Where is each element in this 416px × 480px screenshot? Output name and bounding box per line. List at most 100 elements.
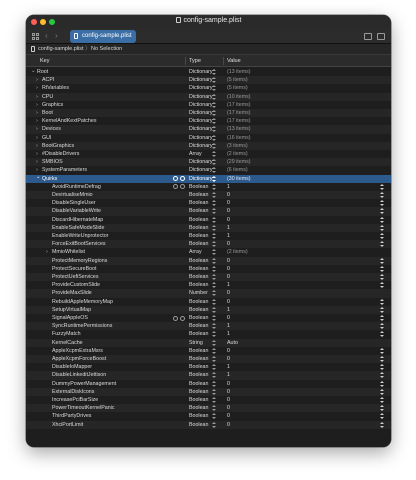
value-stepper-icon[interactable] [380, 397, 384, 403]
table-row[interactable]: ProtectMemoryRegions Boolean 0 [26, 256, 391, 265]
type-stepper-icon[interactable] [212, 413, 216, 420]
table-row[interactable]: › GUI Dictionary (16 items) [26, 134, 391, 142]
table-row[interactable]: › Devices Dictionary (13 items) [26, 125, 391, 134]
column-type[interactable]: Type [189, 55, 201, 67]
value-stepper-icon[interactable] [380, 315, 384, 321]
row-type[interactable]: Dictionary [189, 142, 213, 150]
type-stepper-icon[interactable] [212, 290, 216, 297]
chevron-right-icon[interactable]: › [36, 125, 38, 133]
row-value[interactable]: 1 [227, 281, 230, 289]
type-stepper-icon[interactable] [212, 298, 216, 305]
type-stepper-icon[interactable] [212, 405, 216, 412]
type-stepper-icon[interactable] [212, 208, 216, 215]
sidebar-icon[interactable] [377, 33, 385, 40]
row-type[interactable]: Dictionary [189, 166, 213, 174]
row-value[interactable]: 1 [227, 330, 230, 338]
row-value[interactable]: (10 items) [227, 93, 251, 101]
table-row[interactable]: AppleXcpmExtraMsrs Boolean 0 [26, 347, 391, 355]
row-value[interactable]: (17 items) [227, 109, 251, 117]
row-type[interactable]: Dictionary [189, 76, 213, 84]
type-stepper-icon[interactable] [212, 93, 216, 100]
row-key[interactable]: SMBIOS [42, 158, 63, 166]
table-row[interactable]: › #DisableDrivers Array (2 items) [26, 150, 391, 158]
chevron-right-icon[interactable]: › [46, 248, 48, 256]
row-type[interactable]: Boolean [189, 330, 208, 338]
type-stepper-icon[interactable] [212, 101, 216, 108]
chevron-right-icon[interactable]: › [36, 150, 38, 158]
table-row[interactable]: › RtVariables Dictionary (5 items) [26, 84, 391, 92]
value-stepper-icon[interactable] [380, 413, 384, 420]
type-stepper-icon[interactable] [212, 134, 216, 141]
row-key[interactable]: Boot [42, 109, 53, 117]
table-row[interactable]: DisableIoMapper Boolean 1 [26, 363, 391, 371]
tab-config-sample[interactable]: config-sample.plist [70, 30, 136, 43]
row-value[interactable]: 0 [227, 216, 230, 224]
row-value[interactable]: (3 items) [227, 142, 248, 150]
table-row[interactable]: SignalAppleOS Boolean 0 [26, 314, 391, 322]
table-row[interactable]: SetupVirtualMap Boolean 1 [26, 305, 391, 314]
row-value[interactable]: 1 [227, 224, 230, 232]
row-value[interactable]: 0 [227, 404, 230, 412]
row-key[interactable]: ACPI [42, 76, 54, 84]
type-stepper-icon[interactable] [212, 175, 216, 182]
type-stepper-icon[interactable] [212, 241, 216, 248]
row-key[interactable]: FuzzyMatch [52, 330, 81, 338]
row-type[interactable]: Array [189, 248, 202, 256]
row-value[interactable]: (29 items) [227, 158, 251, 166]
type-stepper-icon[interactable] [212, 233, 216, 239]
value-stepper-icon[interactable] [380, 388, 384, 395]
table-row[interactable]: KernelCache String Auto [26, 338, 391, 347]
row-key[interactable]: XhciPortLimit [52, 421, 83, 429]
row-type[interactable]: Dictionary [189, 84, 213, 92]
value-stepper-icon[interactable] [380, 224, 384, 231]
row-type[interactable]: Boolean [189, 257, 208, 265]
row-value[interactable]: 0 [227, 273, 230, 281]
row-value[interactable]: 1 [227, 322, 230, 330]
row-type[interactable]: Array [189, 150, 202, 158]
value-stepper-icon[interactable] [380, 282, 384, 289]
table-row[interactable]: › ACPI Dictionary (5 items) [26, 76, 391, 85]
type-stepper-icon[interactable] [212, 110, 216, 116]
row-value[interactable]: 0 [227, 289, 230, 297]
table-row[interactable]: EnableWriteUnprotector Boolean 1 [26, 232, 391, 240]
row-type[interactable]: Boolean [189, 421, 208, 429]
remove-row-icon[interactable] [173, 176, 178, 182]
row-key[interactable]: SignalAppleOS [52, 314, 88, 322]
type-stepper-icon[interactable] [212, 331, 216, 338]
value-stepper-icon[interactable] [380, 364, 384, 371]
row-key[interactable]: AvoidRuntimeDefrag [52, 183, 101, 191]
add-row-icon[interactable] [180, 176, 185, 182]
row-value[interactable]: 0 [227, 380, 230, 388]
value-stepper-icon[interactable] [380, 298, 384, 305]
table-row[interactable]: › CPU Dictionary (10 items) [26, 92, 391, 101]
type-stepper-icon[interactable] [212, 347, 216, 354]
row-value[interactable]: 1 [227, 183, 230, 191]
value-stepper-icon[interactable] [380, 356, 384, 362]
chevron-down-icon[interactable]: ⌄ [36, 173, 41, 181]
row-type[interactable]: Boolean [189, 355, 208, 363]
value-stepper-icon[interactable] [380, 208, 384, 215]
table-row[interactable]: ProtectSecureBoot Boolean 0 [26, 265, 391, 273]
type-stepper-icon[interactable] [212, 183, 216, 190]
row-type[interactable]: Boolean [189, 232, 208, 240]
breadcrumb-file[interactable]: config-sample.plist [38, 44, 84, 55]
table-row[interactable]: XhciPortLimit Boolean 0 [26, 420, 391, 429]
row-key[interactable]: RtVariables [42, 84, 69, 92]
type-stepper-icon[interactable] [212, 372, 216, 379]
row-key[interactable]: GUI [42, 134, 51, 142]
type-stepper-icon[interactable] [212, 200, 216, 207]
chevron-right-icon[interactable]: › [36, 142, 38, 150]
row-type[interactable]: Boolean [189, 388, 208, 396]
row-type[interactable]: Dictionary [189, 175, 213, 183]
type-stepper-icon[interactable] [212, 192, 216, 198]
row-value[interactable]: (17 items) [227, 101, 251, 109]
table-row[interactable]: AppleXcpmForceBoost Boolean 0 [26, 355, 391, 364]
row-value[interactable]: 1 [227, 363, 230, 371]
row-type[interactable]: Dictionary [189, 134, 213, 142]
table-row[interactable]: › MmioWhitelist Array (2 items) [26, 248, 391, 256]
add-row-icon[interactable] [180, 184, 185, 190]
row-key[interactable]: EnableSafeModeSlide [52, 224, 104, 232]
table-row[interactable]: ProvideMaxSlide Number 0 [26, 289, 391, 298]
row-type[interactable]: Dictionary [189, 68, 213, 76]
forward-arrow-icon[interactable]: › [55, 32, 58, 40]
